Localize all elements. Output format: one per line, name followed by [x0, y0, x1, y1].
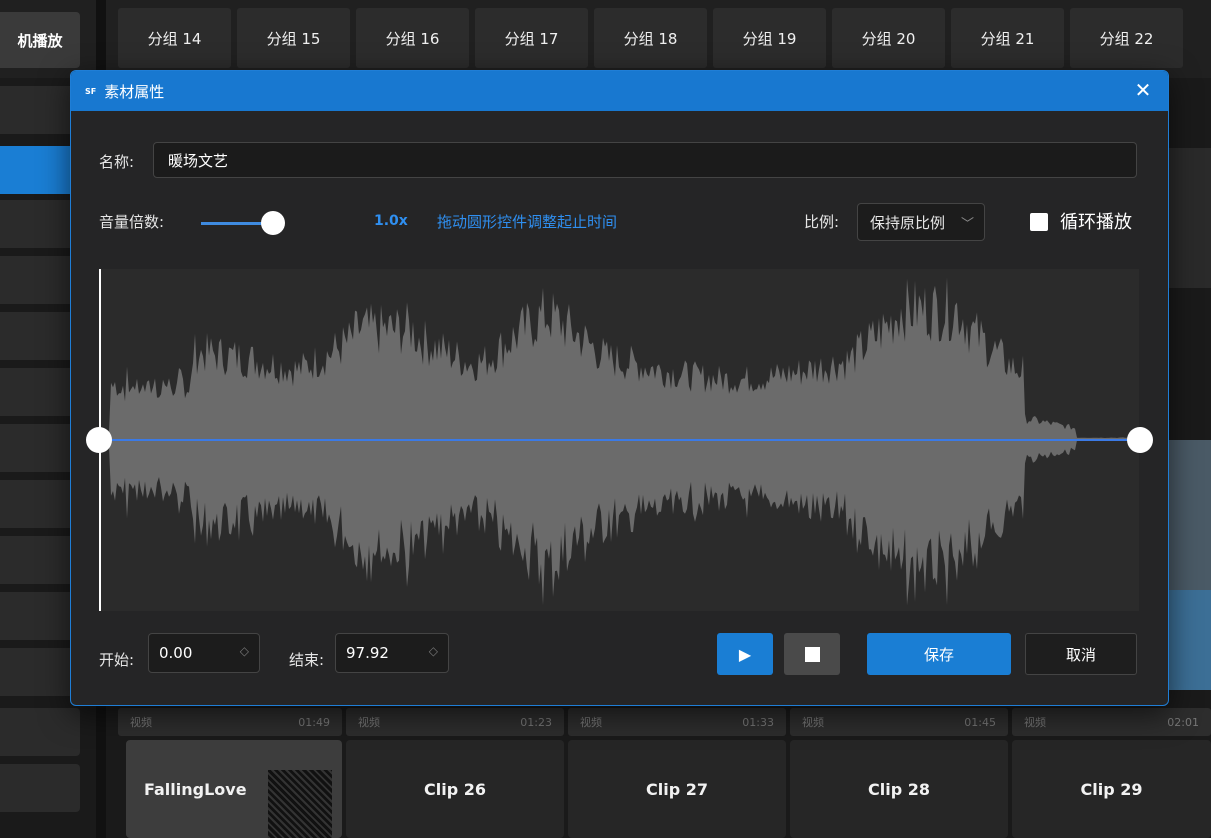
clip-card[interactable]: Clip 29: [1012, 740, 1211, 838]
tab-group-20[interactable]: 分组 20: [832, 8, 945, 68]
app-logo-icon: SF: [85, 86, 97, 96]
start-label: 开始:: [99, 651, 135, 669]
clip-duration: 01:33: [742, 715, 774, 729]
clip-meta: 视频 02:01: [1012, 708, 1211, 736]
clip-meta: 视频 01:49: [118, 708, 342, 736]
clip-name: Clip 27: [646, 779, 708, 799]
video-thumbnail: [1166, 590, 1211, 690]
tab-group-17[interactable]: 分组 17: [475, 8, 588, 68]
clip-card[interactable]: Clip 28: [790, 740, 1008, 838]
stop-button[interactable]: [784, 633, 840, 675]
tab-group-14[interactable]: 分组 14: [118, 8, 231, 68]
ratio-select[interactable]: 保持原比例 ﹀: [857, 203, 985, 241]
clip-card-fallinglove[interactable]: FallingLove: [126, 740, 342, 838]
tab-group-16[interactable]: 分组 16: [356, 8, 469, 68]
clip-thumbnail: [268, 770, 332, 838]
trim-end-handle[interactable]: [1127, 427, 1153, 453]
trim-start-handle[interactable]: [86, 427, 112, 453]
play-icon: ▶: [738, 644, 752, 664]
clip-card[interactable]: Clip 26: [346, 740, 564, 838]
sidebar-item[interactable]: [0, 256, 80, 304]
spinner-icon[interactable]: ◇: [240, 644, 249, 658]
name-label: 名称:: [99, 153, 135, 171]
dialog-title: 素材属性: [104, 82, 165, 101]
mode-button[interactable]: 机播放: [0, 12, 80, 68]
tab-group-19[interactable]: 分组 19: [713, 8, 826, 68]
tab-group-22[interactable]: 分组 22: [1070, 8, 1183, 68]
clip-duration: 01:45: [964, 715, 996, 729]
material-properties-dialog: SF 素材属性 ✕ 名称: 暖场文艺 音量倍数: 1.0x 拖动圆形控件调整起止…: [70, 70, 1169, 706]
sidebar-item[interactable]: [0, 86, 80, 134]
clip-duration: 01:23: [520, 715, 552, 729]
volume-label: 音量倍数:: [99, 213, 165, 231]
trim-range-line: [99, 439, 1139, 441]
cancel-button[interactable]: 取消: [1025, 633, 1137, 675]
sidebar-item[interactable]: [0, 708, 80, 756]
sidebar-item[interactable]: [0, 312, 80, 360]
stop-icon: [804, 646, 820, 662]
start-time-input[interactable]: 0.00 ◇: [148, 633, 260, 673]
clip-type: 视频: [358, 716, 380, 729]
sidebar-item[interactable]: [0, 648, 80, 696]
end-time-input[interactable]: 97.92 ◇: [335, 633, 449, 673]
loop-label: 循环播放: [1060, 212, 1132, 233]
tab-group-18[interactable]: 分组 18: [594, 8, 707, 68]
volume-slider-thumb[interactable]: [261, 211, 285, 235]
close-icon[interactable]: ✕: [1130, 77, 1156, 103]
sidebar-item[interactable]: [0, 764, 80, 812]
sidebar-item[interactable]: [0, 424, 80, 472]
volume-value: 1.0x: [374, 213, 408, 229]
end-label: 结束:: [289, 651, 325, 669]
tab-group-15[interactable]: 分组 15: [237, 8, 350, 68]
sidebar-item[interactable]: [0, 200, 80, 248]
chevron-down-icon: ﹀: [960, 217, 974, 232]
clip-duration: 02:01: [1167, 715, 1199, 729]
save-button[interactable]: 保存: [867, 633, 1011, 675]
clip-card[interactable]: Clip 27: [568, 740, 786, 838]
ratio-selected-value: 保持原比例: [870, 213, 946, 232]
tab-group-21[interactable]: 分组 21: [951, 8, 1064, 68]
clip-name: Clip 29: [1080, 779, 1143, 799]
sidebar-item-selected[interactable]: [0, 146, 80, 194]
ratio-label: 比例:: [804, 213, 840, 231]
play-button[interactable]: ▶: [717, 633, 773, 675]
name-input-value: 暖场文艺: [168, 151, 229, 170]
trim-hint: 拖动圆形控件调整起止时间: [437, 213, 618, 231]
clip-type: 视频: [580, 716, 602, 729]
clip-name: Clip 28: [868, 779, 930, 799]
clip-duration: 01:49: [298, 715, 330, 729]
left-sidebar: [0, 78, 80, 838]
start-time-value: 0.00: [159, 644, 193, 662]
clip-name: Clip 26: [424, 779, 486, 799]
spinner-icon[interactable]: ◇: [429, 644, 438, 658]
clip-meta: 视频 01:23: [346, 708, 564, 736]
clip-meta: 视频 01:45: [790, 708, 1008, 736]
clip-name: FallingLove: [144, 779, 247, 799]
video-thumbnail: [1166, 440, 1211, 590]
clip-type: 视频: [1024, 716, 1046, 729]
dialog-title-bar: SF 素材属性: [71, 71, 1168, 111]
group-tabs: 分组 14 分组 15 分组 16 分组 17 分组 18 分组 19 分组 2…: [118, 8, 1183, 68]
background-panel: [1166, 148, 1211, 288]
loop-checkbox[interactable]: [1030, 213, 1048, 231]
clip-type: 视频: [802, 716, 824, 729]
sidebar-item[interactable]: [0, 480, 80, 528]
end-time-value: 97.92: [346, 644, 389, 662]
name-input[interactable]: 暖场文艺: [153, 142, 1137, 178]
sidebar-item[interactable]: [0, 536, 80, 584]
clip-type: 视频: [130, 716, 152, 729]
sidebar-item[interactable]: [0, 368, 80, 416]
clip-meta: 视频 01:33: [568, 708, 786, 736]
sidebar-item[interactable]: [0, 592, 80, 640]
waveform-shape: [99, 277, 1139, 606]
